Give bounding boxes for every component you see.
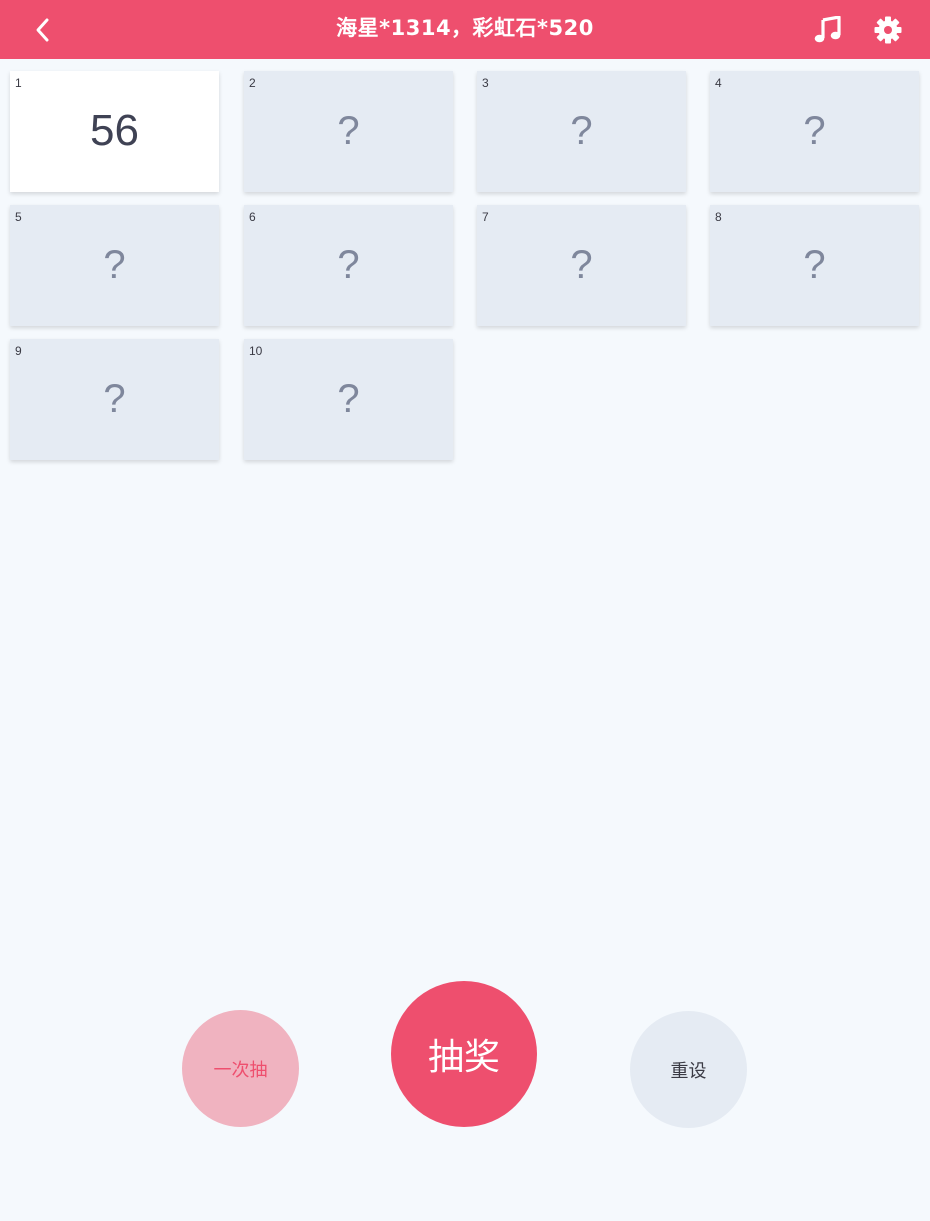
card-value: ? [337,243,360,287]
card-number: 6 [249,210,256,224]
prize-card[interactable]: 2 ? [244,71,453,192]
card-value: 56 [90,106,139,155]
music-note-icon [814,16,841,43]
chevron-left-icon [36,18,49,42]
card-value: ? [103,377,126,421]
prize-card[interactable]: 9 ? [10,339,219,460]
card-number: 9 [15,344,22,358]
card-number: 7 [482,210,489,224]
card-value: ? [337,377,360,421]
top-bar: 海星*1314，彩虹石*520 [0,0,930,59]
card-value: ? [337,109,360,153]
back-button[interactable] [22,10,62,50]
prize-card[interactable]: 10 ? [244,339,453,460]
prize-card[interactable]: 6 ? [244,205,453,326]
card-value: ? [570,109,593,153]
card-value: ? [803,243,826,287]
prize-card[interactable]: 4 ? [710,71,919,192]
gear-icon [874,16,902,44]
prize-card[interactable]: 8 ? [710,205,919,326]
page-title: 海星*1314，彩虹石*520 [336,16,594,40]
reset-button[interactable]: 重设 [630,1011,747,1128]
card-value: ? [803,109,826,153]
music-button[interactable] [806,10,850,50]
settings-button[interactable] [866,8,910,52]
card-number: 1 [15,76,22,90]
draw-once-button[interactable]: 一次抽 [182,1010,299,1127]
card-number: 3 [482,76,489,90]
draw-lottery-button[interactable]: 抽奖 [391,981,537,1127]
card-value: ? [570,243,593,287]
prize-card[interactable]: 3 ? [477,71,686,192]
card-number: 8 [715,210,722,224]
prize-card[interactable]: 7 ? [477,205,686,326]
card-number: 2 [249,76,256,90]
card-value: ? [103,243,126,287]
prize-card[interactable]: 1 56 [10,71,219,192]
card-number: 10 [249,344,263,358]
prize-card[interactable]: 5 ? [10,205,219,326]
card-number: 5 [15,210,22,224]
card-number: 4 [715,76,722,90]
